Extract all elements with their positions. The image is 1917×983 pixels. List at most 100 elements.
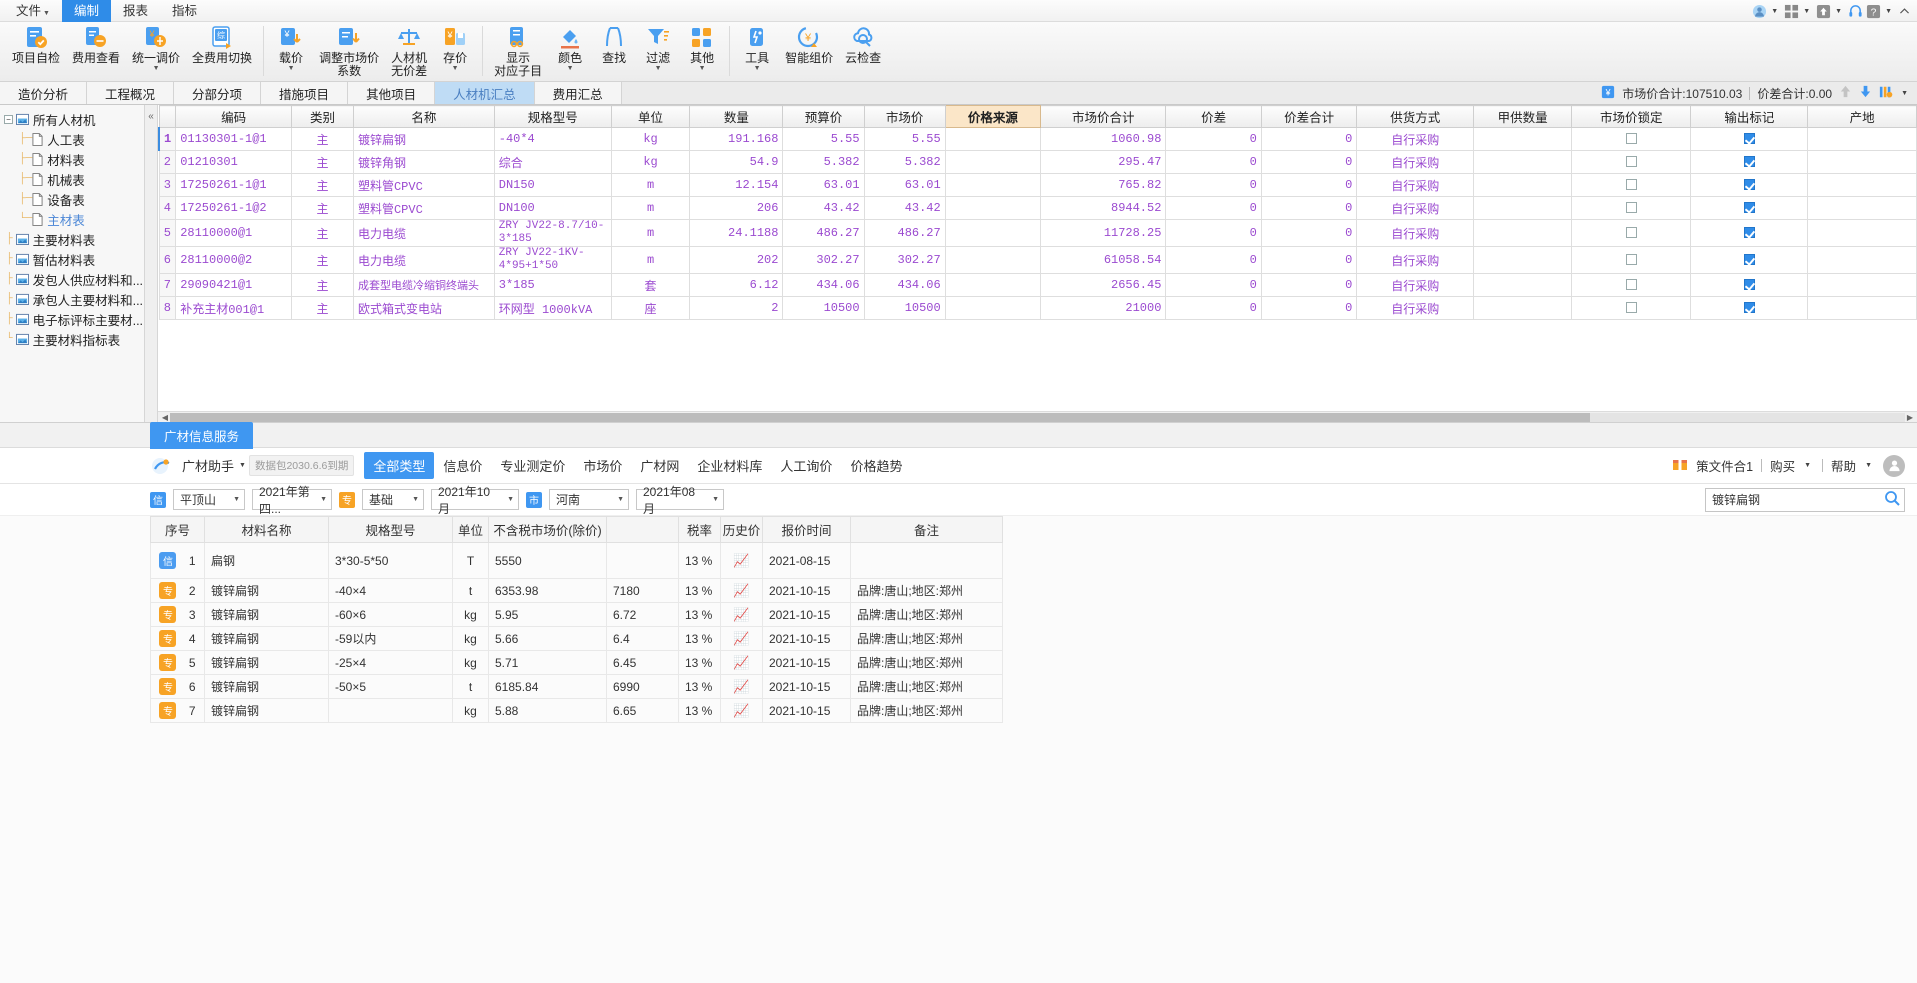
cell-budget-price[interactable]: 63.01 <box>782 173 865 197</box>
sidebar-item-major-materials[interactable]: ├ 主要材料表 <box>0 229 144 249</box>
cell-material-name[interactable]: 镀锌扁钢 <box>204 626 329 651</box>
cell-code[interactable]: 补充主材001@1 <box>175 296 292 320</box>
cell-history-price[interactable]: 📈 <box>720 542 763 579</box>
cell-owner-qty[interactable] <box>1473 150 1573 174</box>
cell-owner-qty[interactable] <box>1473 273 1573 297</box>
scroll-right-arrow[interactable]: ▶ <box>1905 413 1915 422</box>
tab-division-items[interactable]: 分部分项 <box>174 82 262 104</box>
cell-material-name[interactable]: 镀锌扁钢 <box>204 602 329 627</box>
cell-qty[interactable]: 2 <box>689 296 784 320</box>
grid-col-category[interactable]: 类别 <box>290 105 354 128</box>
help-button[interactable]: 帮助 <box>1831 456 1856 475</box>
chevron-down-icon[interactable]: ▼ <box>1835 8 1842 15</box>
cell-budget-price[interactable]: 5.55 <box>782 127 865 151</box>
cell-price-source[interactable] <box>944 246 1042 274</box>
checkbox-price-locked[interactable] <box>1625 254 1637 266</box>
cell-price-locked[interactable] <box>1571 296 1692 320</box>
ribbon-button-color[interactable]: 颜色 ▼ <box>548 24 592 74</box>
cell-material-name[interactable]: 扁钢 <box>204 542 329 579</box>
cell-origin[interactable] <box>1807 127 1917 151</box>
cell-budget-price[interactable]: 434.06 <box>782 273 865 297</box>
cell-category[interactable]: 主 <box>290 150 354 174</box>
cell-category[interactable]: 主 <box>290 196 354 220</box>
sidebar-item-machinery-table[interactable]: ├─ 机械表 <box>0 169 144 189</box>
cell-origin[interactable] <box>1807 246 1917 274</box>
cell-material-name[interactable]: 镀锌扁钢 <box>204 578 329 603</box>
checkbox-output-mark[interactable] <box>1743 279 1755 291</box>
grid-col-owner-qty[interactable]: 甲供数量 <box>1473 105 1573 128</box>
grid-col-qty[interactable]: 数量 <box>689 105 784 128</box>
cell-price-locked[interactable] <box>1571 127 1692 151</box>
ribbon-button-labor-material[interactable]: 人材机 无价差 <box>385 24 433 79</box>
cell-origin[interactable] <box>1807 296 1917 320</box>
cell-name[interactable]: 镀锌扁钢 <box>352 127 495 151</box>
cell-price-diff[interactable]: 0 <box>1165 173 1262 197</box>
cell-price-diff[interactable]: 0 <box>1165 150 1262 174</box>
cell-supply-mode[interactable]: 自行采购 <box>1356 150 1475 174</box>
cell-price-diff[interactable]: 0 <box>1165 246 1262 274</box>
chevron-down-icon[interactable]: ▼ <box>1804 462 1811 469</box>
chevron-down-icon[interactable]: ▼ <box>452 65 459 73</box>
cell-unit[interactable]: m <box>610 246 691 274</box>
cell-spec[interactable]: ZRY JV22-1KV-4*95+1*50 <box>493 246 612 274</box>
checkbox-price-locked[interactable] <box>1625 279 1637 291</box>
checkbox-price-locked[interactable] <box>1625 302 1637 314</box>
trend-icon[interactable]: 📈 <box>733 703 749 718</box>
cell-material-name[interactable]: 镀锌扁钢 <box>204 698 329 723</box>
checkbox-price-locked[interactable] <box>1625 202 1637 214</box>
cell-name[interactable]: 成套型电缆冷缩铜终端头 <box>352 273 495 297</box>
table-row[interactable]: 4 17250261-1@2 主 塑料管CPVC DN100 m 206 43.… <box>158 196 1917 220</box>
cell-owner-qty[interactable] <box>1473 127 1573 151</box>
arrow-down-icon[interactable] <box>1859 84 1872 102</box>
cell-qty[interactable]: 24.1188 <box>689 219 784 247</box>
cell-price-locked[interactable] <box>1571 150 1692 174</box>
trend-icon[interactable]: 📈 <box>733 583 749 598</box>
cell-qty[interactable]: 206 <box>689 196 784 220</box>
cell-supply-mode[interactable]: 自行采购 <box>1356 127 1475 151</box>
user-icon[interactable] <box>1752 4 1767 19</box>
grid-col-code[interactable]: 编码 <box>175 105 292 128</box>
material-search-box[interactable]: 镀锌扁钢 <box>1705 487 1905 512</box>
ribbon-button-smart-pricing[interactable]: ¥ 智能组价 <box>779 24 839 66</box>
chevron-down-icon[interactable]: ▼ <box>1771 8 1778 15</box>
cell-code[interactable]: 29090421@1 <box>175 273 292 297</box>
cell-name[interactable]: 电力电缆 <box>352 246 495 274</box>
list-item[interactable]: 专 5 镀锌扁钢 -25×4 kg 5.71 6.45 13 % 📈 2021-… <box>150 650 1003 675</box>
cell-spec[interactable]: 综合 <box>493 150 612 174</box>
cell-market-total[interactable]: 21000 <box>1040 296 1167 320</box>
cell-budget-price[interactable]: 486.27 <box>782 219 865 247</box>
cell-code[interactable]: 17250261-1@1 <box>175 173 292 197</box>
cell-price-diff[interactable]: 0 <box>1165 296 1262 320</box>
cell-market-total[interactable]: 11728.25 <box>1040 219 1167 247</box>
bp-nav-professional-price[interactable]: 专业测定价 <box>491 452 574 479</box>
ribbon-button-show-subitem[interactable]: 显示 对应子目 <box>488 24 548 79</box>
cell-output-mark[interactable] <box>1690 273 1809 297</box>
tab-labor-material-summary[interactable]: 人材机汇总 <box>435 82 535 104</box>
bp-nav-labor-inquiry[interactable]: 人工询价 <box>771 452 841 479</box>
region-select[interactable]: 平顶山 ▼ <box>173 489 245 510</box>
cell-market-price[interactable]: 302.27 <box>863 246 946 274</box>
cell-market-total[interactable]: 2656.45 <box>1040 273 1167 297</box>
ribbon-button-save-price[interactable]: ¥ 存价 ▼ <box>433 24 477 74</box>
cell-market-price[interactable]: 10500 <box>863 296 946 320</box>
cell-category[interactable]: 主 <box>290 273 354 297</box>
table-row[interactable]: 6 28110000@2 主 电力电缆 ZRY JV22-1KV-4*95+1*… <box>158 246 1917 274</box>
search-icon[interactable] <box>1884 490 1900 509</box>
cell-owner-qty[interactable] <box>1473 246 1573 274</box>
cell-market-total[interactable]: 61058.54 <box>1040 246 1167 274</box>
list-item[interactable]: 专 4 镀锌扁钢 -59以内 kg 5.66 6.4 13 % 📈 2021-1… <box>150 626 1003 651</box>
cell-category[interactable]: 主 <box>290 296 354 320</box>
cell-name[interactable]: 欧式箱式变电站 <box>352 296 495 320</box>
cell-unit[interactable]: 座 <box>610 296 691 320</box>
cell-owner-qty[interactable] <box>1473 296 1573 320</box>
cell-history-price[interactable]: 📈 <box>720 650 763 675</box>
grid-col-price-source[interactable]: 价格来源 <box>944 105 1042 128</box>
cell-qty[interactable]: 54.9 <box>689 150 784 174</box>
cell-qty[interactable]: 12.154 <box>689 173 784 197</box>
grid-col-unit[interactable]: 单位 <box>610 105 691 128</box>
cell-output-mark[interactable] <box>1690 219 1809 247</box>
trend-icon[interactable]: 📈 <box>733 679 749 694</box>
collapse-icon[interactable] <box>1898 5 1911 18</box>
table-row[interactable]: 7 29090421@1 主 成套型电缆冷缩铜终端头 3*185 套 6.12 … <box>158 273 1917 297</box>
cell-code[interactable]: 28110000@2 <box>175 246 292 274</box>
